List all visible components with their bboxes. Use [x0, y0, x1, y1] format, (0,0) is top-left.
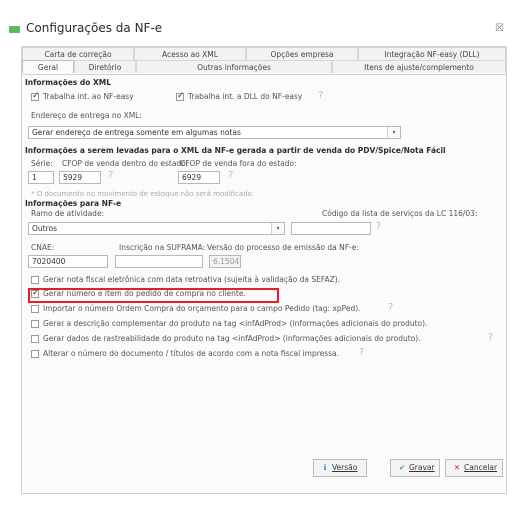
help-icon[interactable]: ?	[388, 302, 393, 313]
label-descricao-complementar: Gerar a descrição complementar do produt…	[43, 319, 428, 328]
check-mark-icon: ✓	[32, 91, 40, 101]
section-title-pdv: Informações a serem levadas para o XML d…	[25, 146, 446, 155]
config-window: Configurações da NF-e ☒ Carta de correçã…	[0, 0, 518, 506]
checkbox-int-dll[interactable]: ✓	[176, 91, 185, 101]
select-ramo-atividade[interactable]: Outros ▾	[28, 222, 285, 235]
close-icon[interactable]: ☒	[495, 23, 504, 34]
help-icon[interactable]: ?	[108, 170, 113, 181]
label-rastreabilidade: Gerar dados de rastreabilidade do produt…	[43, 334, 421, 343]
label-lc: Código da lista de serviços da LC 116/03…	[322, 209, 478, 218]
check-mark-icon: ✓	[32, 288, 40, 298]
tab-row-bottom: Geral Diretório Outras informações Itens…	[22, 60, 506, 73]
input-suframa[interactable]	[115, 255, 203, 268]
input-cfop-dentro[interactable]: 5929	[59, 171, 101, 184]
gravar-button[interactable]: ✔ Gravar	[390, 459, 440, 477]
tab-opcoes-empresa[interactable]: Opções empresa	[246, 47, 358, 60]
label-cfop-dentro: CFOP de venda dentro do estado:	[62, 159, 189, 168]
label-endereco-entrega: Endereço de entrega no XML:	[31, 111, 142, 120]
label-cnae: CNAE:	[31, 243, 55, 252]
settings-panel: Carta de correção Acesso ao XML Opções e…	[21, 46, 507, 494]
label-ordem-compra: Importar o número Ordem Compra do orçame…	[43, 304, 361, 313]
select-endereco-entrega[interactable]: Gerar endereço de entrega somente em alg…	[28, 126, 401, 139]
label-cfop-fora: CFOP de venda fora do estado:	[180, 159, 297, 168]
cancelar-button[interactable]: ✕ Cancelar	[445, 459, 503, 477]
tab-geral[interactable]: Geral	[22, 60, 74, 73]
label-int-nfeasy: Trabalha int. ao NF-easy	[43, 92, 134, 101]
help-icon[interactable]: ?	[359, 347, 364, 358]
note-estoque: * O documento no movimento de estoque nã…	[31, 190, 255, 198]
gravar-label: Gravar	[409, 463, 435, 472]
checkbox-alterar-numero[interactable]	[31, 350, 39, 358]
input-cnae[interactable]: 7020400	[28, 255, 108, 268]
label-versao-processo: Versão do processo de emissão da NF-e:	[207, 243, 359, 252]
select-endereco-value: Gerar endereço de entrega somente em alg…	[32, 128, 241, 137]
help-icon[interactable]: ?	[318, 90, 323, 101]
checkbox-data-retroativa[interactable]	[31, 276, 39, 284]
tab-diretorio[interactable]: Diretório	[74, 60, 136, 73]
label-data-retroativa: Gerar nota fiscal eletrônica com data re…	[43, 275, 341, 284]
close-icon: ✕	[453, 463, 461, 472]
tab-itens-ajuste[interactable]: Itens de ajuste/complemento	[332, 60, 506, 73]
label-alterar-numero: Alterar o número do documento / títulos …	[43, 349, 340, 358]
select-ramo-value: Outros	[32, 224, 58, 233]
label-pedido-compra: Gerar número e item do pedido de compra …	[43, 289, 246, 298]
window-icon	[9, 26, 20, 33]
help-icon[interactable]: ?	[228, 170, 233, 181]
label-suframa: Inscrição na SUFRAMA:	[119, 243, 206, 252]
tab-acesso-xml[interactable]: Acesso ao XML	[134, 47, 246, 60]
checkbox-descricao-complementar[interactable]	[31, 320, 39, 328]
info-icon: ℹ	[323, 463, 327, 472]
checkbox-ordem-compra[interactable]	[31, 305, 39, 313]
checkbox-pedido-compra[interactable]: ✓	[31, 288, 40, 298]
input-lc[interactable]	[291, 222, 371, 235]
label-serie: Série:	[31, 159, 53, 168]
check-mark-icon: ✓	[177, 91, 185, 101]
title-bar: Configurações da NF-e ☒	[0, 18, 518, 40]
checkbox-rastreabilidade[interactable]	[31, 335, 39, 343]
input-versao-processo: 6.1504	[209, 255, 241, 268]
versao-button[interactable]: ℹ Versão	[313, 459, 367, 477]
section-title-xml: Informações do XML	[25, 78, 112, 87]
label-ramo-atividade: Ramo de atividade:	[31, 209, 105, 218]
check-icon: ✔	[398, 463, 406, 472]
window-title: Configurações da NF-e	[26, 21, 163, 35]
chevron-down-icon: ▾	[271, 223, 284, 234]
help-icon[interactable]: ?	[488, 332, 493, 343]
cancelar-label: Cancelar	[464, 463, 498, 472]
input-cfop-fora[interactable]: 6929	[178, 171, 220, 184]
tab-content-geral: Informações do XML ✓ Trabalha int. ao NF…	[22, 74, 506, 494]
tab-integracao-nfeasy[interactable]: Integração NF-easy (DLL)	[358, 47, 506, 60]
versao-label: Versão	[332, 463, 358, 472]
tab-carta-correcao[interactable]: Carta de correção	[22, 47, 134, 60]
checkbox-int-nfeasy[interactable]: ✓	[31, 91, 40, 101]
chevron-down-icon: ▾	[387, 127, 400, 138]
label-int-dll: Trabalha int. a DLL do NF-easy	[188, 92, 303, 101]
help-icon[interactable]: ?	[376, 221, 381, 232]
input-serie[interactable]: 1	[28, 171, 54, 184]
tab-row-top: Carta de correção Acesso ao XML Opções e…	[22, 47, 506, 60]
tab-outras-informacoes[interactable]: Outras informações	[136, 60, 332, 73]
section-title-nfe: Informações para NF-e	[25, 199, 122, 208]
